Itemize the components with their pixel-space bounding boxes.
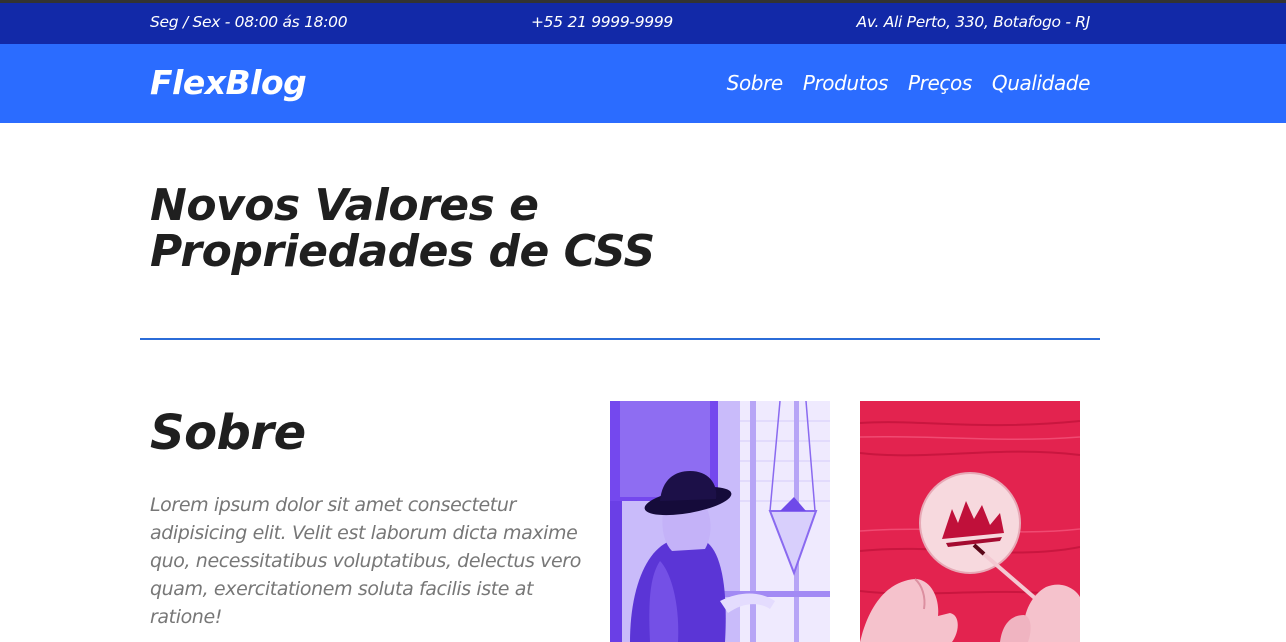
page-title-line-1: Novos Valores e <box>150 180 539 231</box>
menu-item-produtos[interactable]: Produtos <box>803 71 889 95</box>
contact-bar: Seg / Sex - 08:00 ás 18:00 +55 21 9999-9… <box>0 3 1286 44</box>
section-divider <box>140 338 1100 340</box>
woman-photo-illustration <box>610 401 830 642</box>
page-title-line-2: Propriedades de CSS <box>150 226 655 277</box>
about-title: Sobre <box>150 405 306 461</box>
opening-hours: Seg / Sex - 08:00 ás 18:00 <box>150 13 348 31</box>
main-menu: Sobre Produtos Preços Qualidade <box>727 71 1091 95</box>
woman-photo <box>610 401 830 642</box>
address: Av. Ali Perto, 330, Botafogo - RJ <box>856 13 1091 31</box>
main-navbar: FlexBlog Sobre Produtos Preços Qualidade <box>0 44 1286 123</box>
menu-item-sobre[interactable]: Sobre <box>727 71 784 95</box>
site-logo[interactable]: FlexBlog <box>150 63 307 102</box>
painting-photo-illustration <box>860 401 1080 642</box>
menu-item-qualidade[interactable]: Qualidade <box>992 71 1091 95</box>
phone-number: +55 21 9999-9999 <box>531 13 673 31</box>
page-title: Novos Valores e Propriedades de CSS <box>150 183 850 275</box>
painting-photo <box>860 401 1080 642</box>
about-text: Lorem ipsum dolor sit amet consectetur a… <box>150 494 581 628</box>
menu-item-precos[interactable]: Preços <box>908 71 972 95</box>
